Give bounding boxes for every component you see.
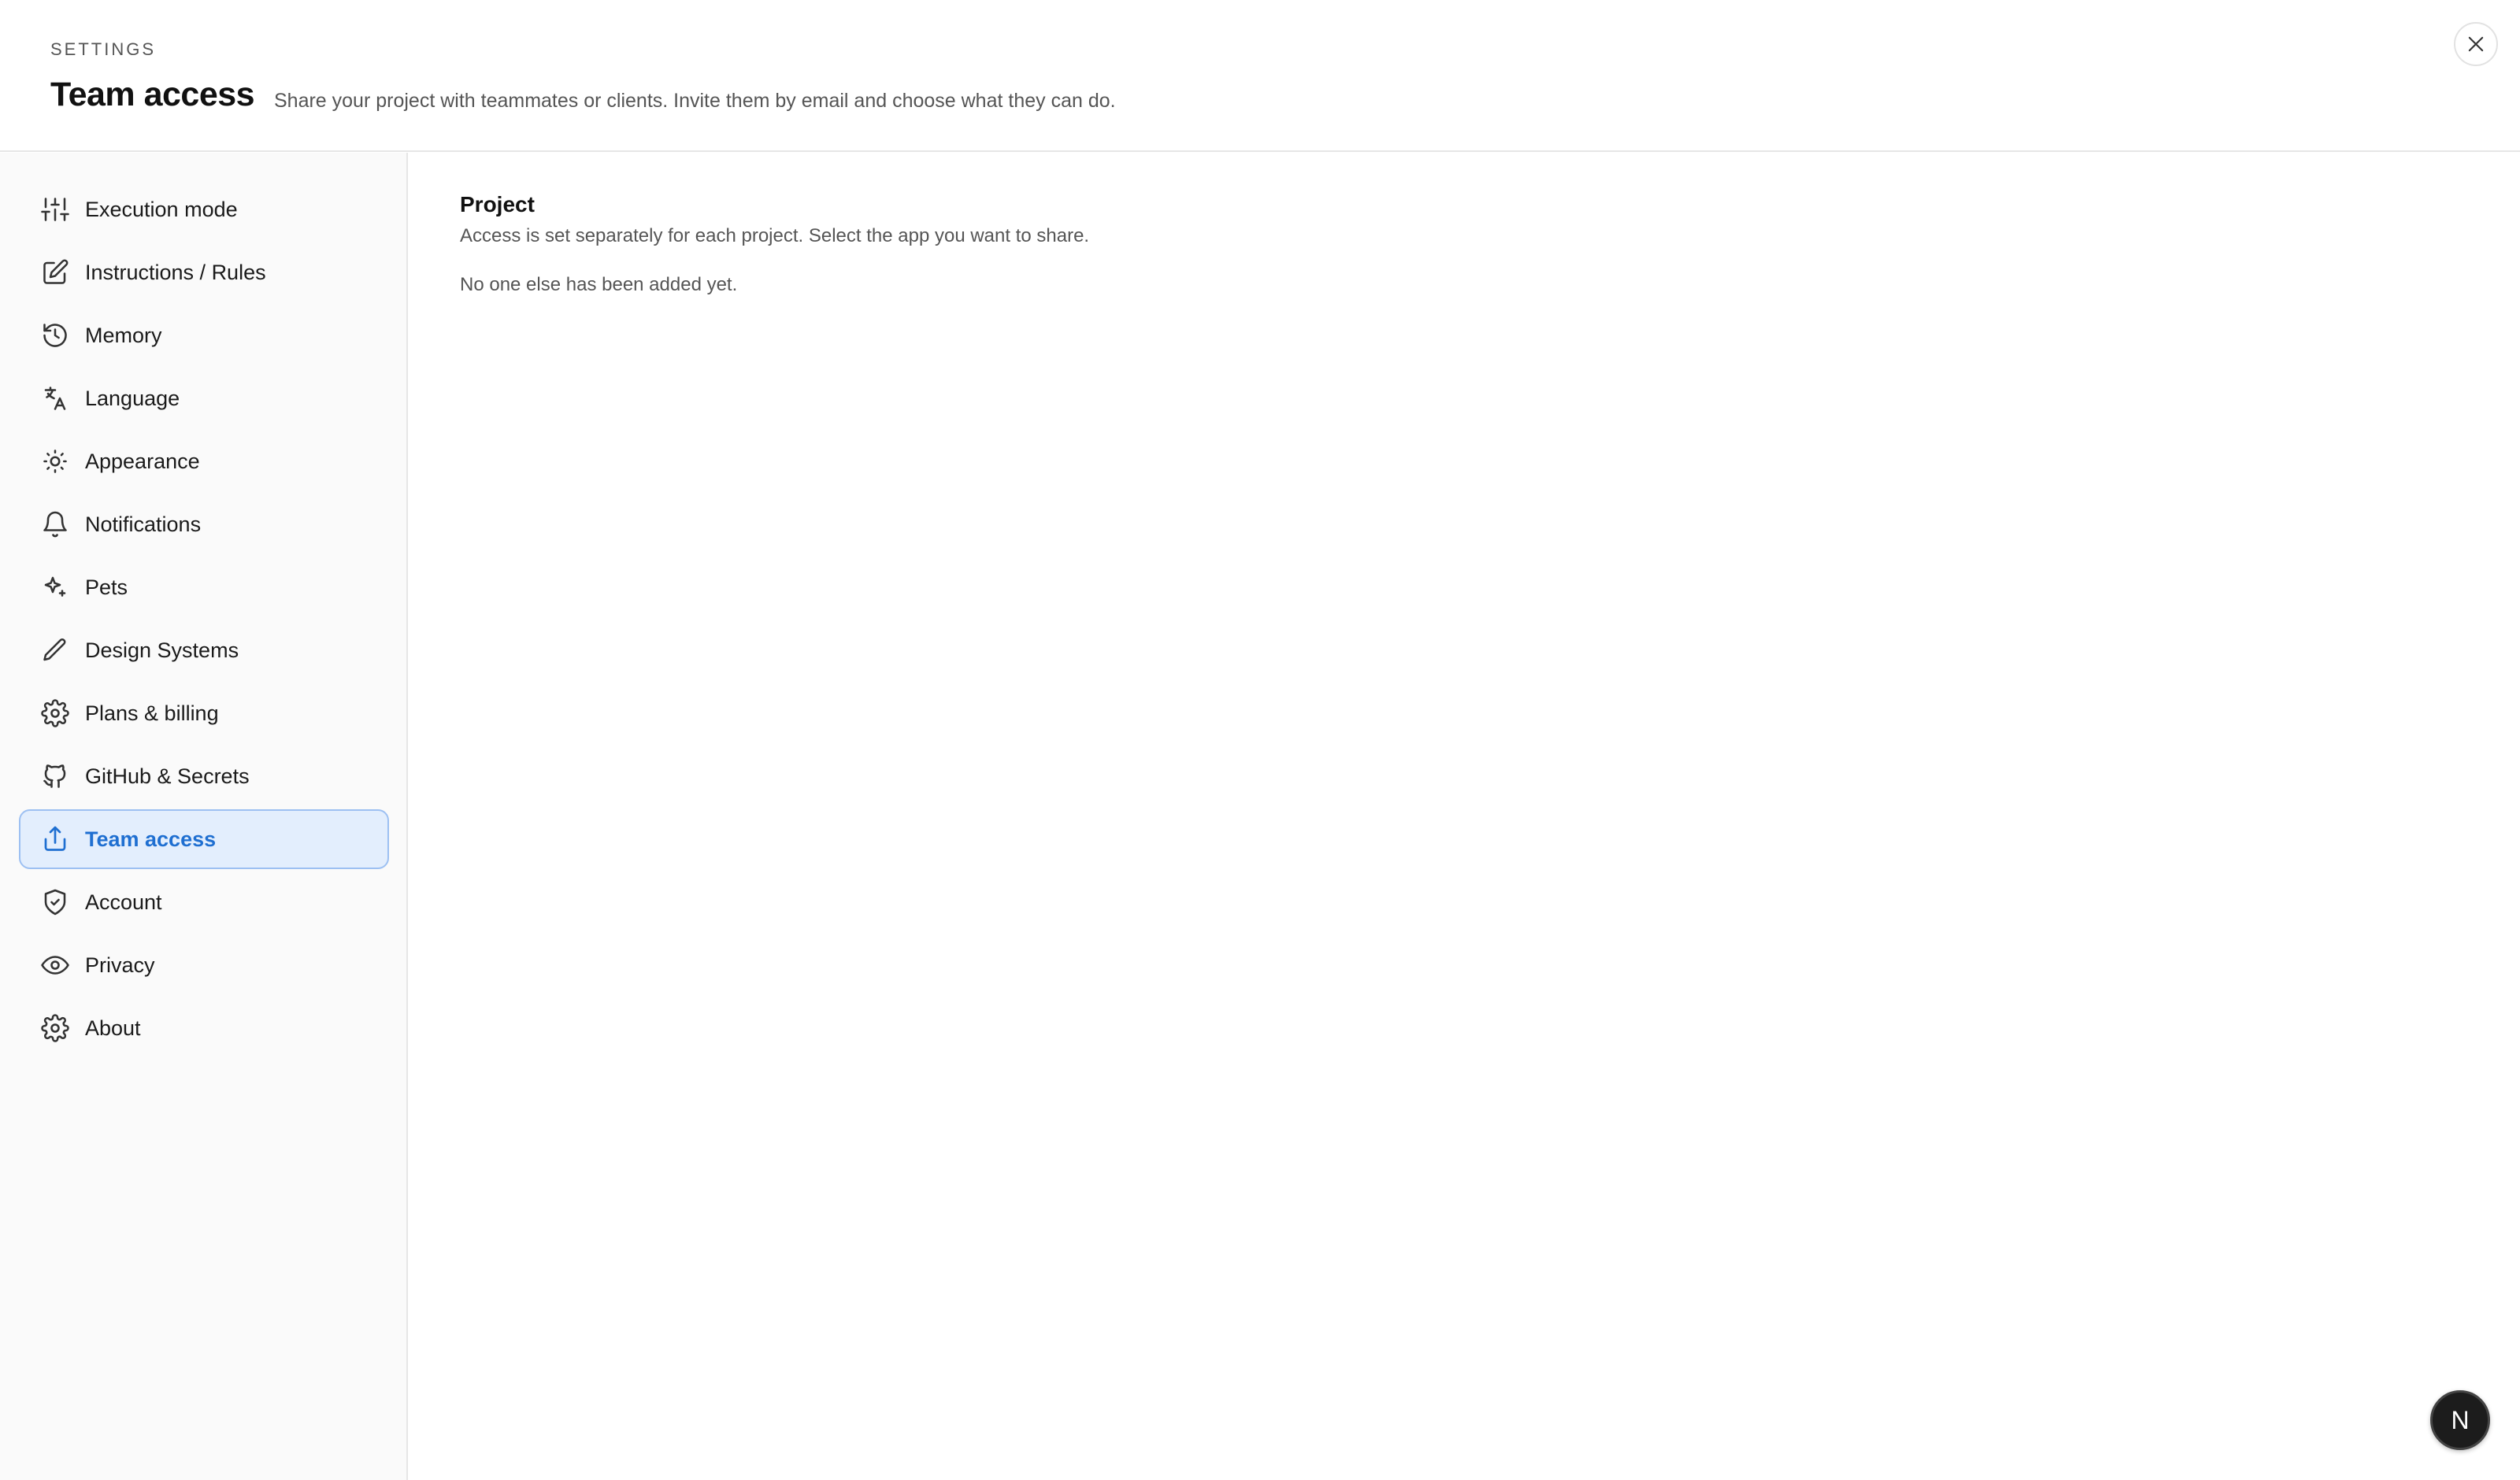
sidebar-item-pets[interactable]: Pets [19, 557, 389, 617]
sidebar-item-label: Plans & billing [85, 701, 219, 725]
sidebar-item-instructions-rules[interactable]: Instructions / Rules [19, 242, 389, 302]
sidebar-item-label: GitHub & Secrets [85, 764, 250, 788]
edit-icon [39, 257, 71, 288]
settings-sidebar: Execution mode Instructions / Rules Memo… [0, 153, 408, 1480]
empty-state-text: No one else has been added yet. [460, 274, 738, 295]
share-icon [39, 823, 71, 855]
sidebar-item-label: About [85, 1016, 141, 1040]
sidebar-item-plans-billing[interactable]: Plans & billing [19, 683, 389, 743]
pencil-icon [39, 635, 71, 666]
avatar-initial: N [2451, 1405, 2470, 1434]
settings-header: SETTINGS Team access Share your project … [0, 0, 2520, 152]
sidebar-item-github-secrets[interactable]: GitHub & Secrets [19, 746, 389, 806]
page-title: Team access [50, 76, 255, 113]
sidebar-item-label: Privacy [85, 953, 155, 977]
shield-icon [39, 886, 71, 918]
sidebar-item-notifications[interactable]: Notifications [19, 494, 389, 554]
sidebar-item-label: Execution mode [85, 197, 238, 221]
sidebar-item-label: Pets [85, 575, 128, 599]
sidebar-item-label: Team access [85, 827, 217, 851]
main-content: Project Access is set separately for eac… [410, 153, 2520, 1480]
gear-icon [39, 1012, 71, 1044]
sidebar-item-privacy[interactable]: Privacy [19, 935, 389, 995]
bell-icon [39, 509, 71, 540]
sidebar-item-label: Notifications [85, 512, 202, 536]
close-icon [2468, 36, 2484, 52]
sidebar-item-label: Instructions / Rules [85, 260, 266, 284]
section-title: Project [460, 192, 535, 216]
sidebar-item-label: Appearance [85, 449, 200, 473]
sidebar-item-about[interactable]: About [19, 998, 389, 1058]
close-button[interactable] [2454, 22, 2498, 66]
sidebar-item-execution-mode[interactable]: Execution mode [19, 179, 389, 239]
sidebar-item-design-systems[interactable]: Design Systems [19, 620, 389, 680]
history-icon [39, 320, 71, 351]
settings-page: SETTINGS Team access Share your project … [0, 0, 2520, 1480]
sliders-icon [39, 194, 71, 225]
translate-icon [39, 383, 71, 414]
github-icon [39, 760, 71, 792]
sidebar-item-language[interactable]: Language [19, 368, 389, 428]
sidebar-item-memory[interactable]: Memory [19, 305, 389, 365]
avatar[interactable]: N [2430, 1390, 2490, 1450]
sidebar-item-label: Design Systems [85, 638, 239, 662]
page-subtitle: Share your project with teammates or cli… [274, 90, 1116, 112]
sidebar-item-label: Memory [85, 323, 162, 347]
sidebar-item-label: Language [85, 386, 180, 410]
sun-icon [39, 446, 71, 477]
sidebar-item-appearance[interactable]: Appearance [19, 431, 389, 491]
settings-eyebrow: SETTINGS [50, 39, 157, 59]
gear-icon [39, 697, 71, 729]
sidebar-item-account[interactable]: Account [19, 872, 389, 932]
sparkles-icon [39, 572, 71, 603]
sidebar-item-label: Account [85, 890, 162, 914]
sidebar-item-team-access[interactable]: Team access [19, 809, 389, 869]
section-description: Access is set separately for each projec… [460, 225, 1090, 246]
eye-icon [39, 949, 71, 981]
